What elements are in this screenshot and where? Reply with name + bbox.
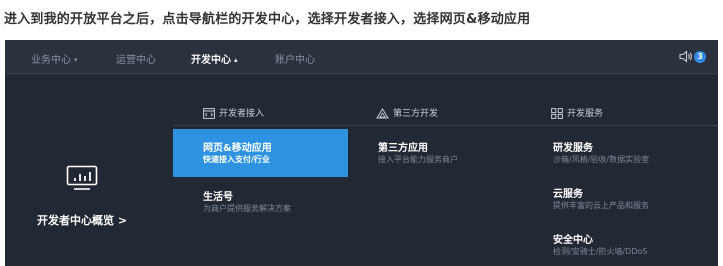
nav-label: 运营中心 <box>116 55 156 66</box>
menu-item-title: 网页&移动应用 <box>203 143 272 154</box>
code-window-icon <box>203 108 215 119</box>
nav-label: 账户中心 <box>275 55 315 66</box>
nav-account-center[interactable]: 账户中心 <box>275 51 315 66</box>
top-navigation-bar: 业务中心 ▾ 运营中心 开发中心 ▴ 账户中心 3 <box>5 40 718 74</box>
dashboard-icon <box>66 165 98 190</box>
column-heading-label: 开发服务 <box>567 109 604 119</box>
menu-item-desc: 沙箱/风格/验收/数据实验室 <box>553 155 650 164</box>
menu-item-title: 安全中心 <box>553 235 593 246</box>
column-heading-dev-services: 开发服务 <box>551 106 603 119</box>
column-heading-label: 开发者接入 <box>219 109 265 119</box>
menu-item-web-mobile-app[interactable]: 网页&移动应用 快速接入支付/行业 <box>173 129 348 177</box>
menu-item-rd-services[interactable]: 研发服务 沙箱/风格/验收/数据实验室 <box>523 129 698 177</box>
menu-item-cloud-services[interactable]: 云服务 提供丰富的云上产品和服务 <box>523 175 698 223</box>
menu-item-title: 第三方应用 <box>378 143 428 154</box>
nav-label: 开发中心 <box>191 55 231 66</box>
overview-section[interactable]: 开发者中心概览 > <box>5 75 173 266</box>
menu-item-desc: 提供丰富的云上产品和服务 <box>553 201 649 210</box>
speaker-icon[interactable] <box>679 50 693 63</box>
developer-center-dropdown: 开发者中心概览 > 开发者接入 网页&移动应用 快速接入支付/行业 生活号 为商… <box>5 75 718 266</box>
divider <box>523 125 718 126</box>
overview-link[interactable]: 开发者中心概览 > <box>37 212 127 228</box>
menu-item-title: 生活号 <box>203 192 233 203</box>
column-heading-label: 第三方开发 <box>393 109 439 119</box>
menu-item-desc: 为商户提供服务解决方案 <box>203 204 291 213</box>
menu-item-desc: 接入平台能力服务商户 <box>378 155 458 164</box>
menu-item-title: 研发服务 <box>553 143 593 154</box>
menu-item-third-party-app[interactable]: 第三方应用 接入平台能力服务商户 <box>348 129 523 177</box>
menu-item-title: 云服务 <box>553 189 583 200</box>
chevron-up-icon: ▴ <box>234 56 238 64</box>
divider <box>348 125 523 126</box>
column-heading-developer-access: 开发者接入 <box>203 106 264 119</box>
nav-operation-center[interactable]: 运营中心 <box>116 51 156 66</box>
notification-badge[interactable]: 3 <box>694 51 706 63</box>
column-heading-third-party: 第三方开发 <box>376 106 438 119</box>
nav-label: 业务中心 <box>31 55 71 66</box>
triangle-icon <box>376 108 389 119</box>
nav-developer-center[interactable]: 开发中心 ▴ <box>191 51 238 66</box>
menu-item-desc: 快速接入支付/行业 <box>203 155 270 164</box>
grid-icon <box>551 108 563 119</box>
divider <box>173 125 348 126</box>
chevron-down-icon: ▾ <box>74 56 78 64</box>
platform-panel: 业务中心 ▾ 运营中心 开发中心 ▴ 账户中心 3 开发者中心概览 > 开发者接… <box>5 40 718 266</box>
menu-item-desc: 检测/安骑士/防火墙/DDoS <box>553 247 648 256</box>
instruction-text: 进入到我的开放平台之后，点击导航栏的开发中心，选择开发者接入，选择网页&移动应用 <box>4 12 531 27</box>
nav-business-center[interactable]: 业务中心 ▾ <box>31 51 78 66</box>
menu-item-security-center[interactable]: 安全中心 检测/安骑士/防火墙/DDoS <box>523 221 698 266</box>
menu-item-life-account[interactable]: 生活号 为商户提供服务解决方案 <box>173 178 348 226</box>
